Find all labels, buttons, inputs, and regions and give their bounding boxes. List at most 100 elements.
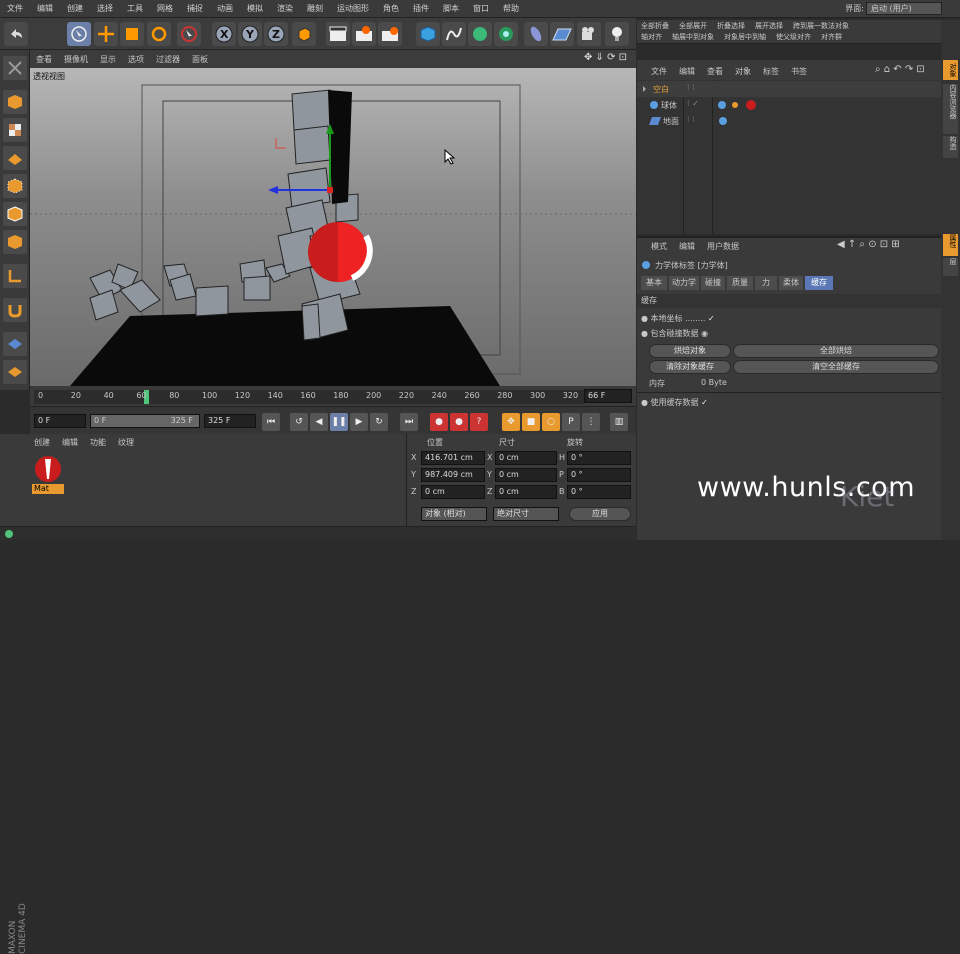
viewport-menu-item[interactable]: 显示 (94, 54, 122, 65)
menu-item-15[interactable]: 窗口 (466, 3, 496, 14)
attribute-tab[interactable]: 柔体 (779, 276, 803, 290)
menu-item-7[interactable]: 动画 (210, 3, 240, 14)
coord-mode-select[interactable]: 对象 (相对) (421, 507, 487, 521)
menu-item-1[interactable]: 编辑 (30, 3, 60, 14)
floor-icon[interactable] (550, 22, 574, 46)
object-row-sphere[interactable]: 球体 ⁝ ✓ (637, 97, 941, 113)
menu-item-16[interactable]: 帮助 (496, 3, 526, 14)
interface-select[interactable]: 启动 (用户) (866, 2, 942, 15)
bake-object-button[interactable]: 烘焙对象 (649, 344, 731, 358)
timeline[interactable]: 0 20 40 60 80 100 120 140 160 180 200 220 240 260 280 3… (30, 386, 636, 406)
clear-object-cache-button[interactable]: 清除对象缓存 (649, 360, 731, 374)
viewport-menu-item[interactable]: 过滤器 (150, 54, 186, 65)
current-frame-field[interactable]: 66 F (584, 389, 632, 403)
points-mode-icon[interactable] (3, 174, 27, 198)
coord-system-icon[interactable] (292, 22, 316, 46)
key-pla-icon[interactable]: ⋮ (582, 413, 600, 431)
scale-icon[interactable] (120, 22, 144, 46)
layout-button[interactable]: 全部展开 (679, 21, 707, 31)
object-row-floor[interactable]: 地面 ⁝ ⁝ (637, 113, 941, 129)
include-collision-row[interactable]: ● 包含碰撞数据 ◉ (641, 328, 708, 339)
attribute-tab[interactable]: 基本 (641, 276, 667, 290)
object-menu-item[interactable]: 查看 (707, 66, 723, 77)
side-tab-objects[interactable]: 对象 (943, 60, 958, 80)
layout-button[interactable]: 轴对齐 (641, 32, 662, 42)
attribute-nav-icons[interactable]: ◀ ↑ ⌕ ⊙ ⊡ ⊞ (837, 239, 900, 250)
goto-end-icon[interactable]: ⏭ (400, 413, 418, 431)
recent-tool-icon[interactable] (177, 22, 201, 46)
object-nav-icons[interactable]: ⌕ ⌂ ↶ ↷ ⊡ (875, 64, 925, 75)
attribute-tab[interactable]: 力 (755, 276, 777, 290)
model-mode-icon[interactable] (3, 90, 27, 114)
menu-item-12[interactable]: 角色 (376, 3, 406, 14)
next-frame-icon[interactable]: ▶ (350, 413, 368, 431)
attribute-tab[interactable]: 动力学 (669, 276, 699, 290)
key-rotation-icon[interactable]: ○ (542, 413, 560, 431)
object-menu-item[interactable]: 标签 (763, 66, 779, 77)
object-menu-item[interactable]: 文件 (651, 66, 667, 77)
clear-all-cache-button[interactable]: 清空全部缓存 (733, 360, 939, 374)
menu-item-13[interactable]: 插件 (406, 3, 436, 14)
material-menu-item[interactable]: 纹理 (118, 437, 134, 448)
key-param-icon[interactable]: P (562, 413, 580, 431)
layout-button[interactable]: 使父级对齐 (776, 32, 811, 42)
y-axis-icon[interactable]: Y (238, 22, 262, 46)
undo-icon[interactable] (4, 22, 28, 46)
cube-icon[interactable] (416, 22, 440, 46)
object-menu-item[interactable]: 编辑 (679, 66, 695, 77)
light-icon[interactable] (605, 22, 629, 46)
menu-item-11[interactable]: 运动图形 (330, 3, 376, 14)
next-key-icon[interactable]: ↻ (370, 413, 388, 431)
pause-icon[interactable]: ❚❚ (330, 413, 348, 431)
size-field[interactable]: 0 cm (495, 451, 557, 465)
position-field[interactable]: 0 cm (421, 485, 485, 499)
goto-start-icon[interactable]: ⏮ (262, 413, 280, 431)
layout-button[interactable]: 全部折叠 (641, 21, 669, 31)
attribute-tab[interactable]: 质量 (727, 276, 753, 290)
viewport-nav-icons[interactable]: ✥ ⇓ ⟳ ⊡ (584, 52, 627, 63)
layout-button[interactable]: 轴展中到对象 (672, 32, 714, 42)
prev-key-icon[interactable]: ↺ (290, 413, 308, 431)
side-tab-attributes[interactable]: 属性 (943, 234, 958, 256)
layout-button[interactable]: 跨到展一数法对象 (793, 21, 849, 31)
material-name[interactable]: Mat (32, 484, 64, 494)
menu-item-5[interactable]: 网格 (150, 3, 180, 14)
rotation-field[interactable]: 0 ° (567, 451, 631, 465)
menu-item-6[interactable]: 捕捉 (180, 3, 210, 14)
workplane-lock-icon[interactable] (3, 332, 27, 356)
position-field[interactable]: 416.701 cm (421, 451, 485, 465)
workplane-icon[interactable] (3, 146, 27, 170)
object-menu-item[interactable]: 书签 (791, 66, 807, 77)
viewport-menu-item[interactable]: 选项 (122, 54, 150, 65)
end-frame-field[interactable]: 325 F (204, 414, 256, 428)
menu-item-0[interactable]: 文件 (0, 3, 30, 14)
menu-item-14[interactable]: 脚本 (436, 3, 466, 14)
attribute-tab[interactable]: 缓存 (805, 276, 833, 290)
material-menu-item[interactable]: 功能 (90, 437, 106, 448)
keyframe-selection-icon[interactable]: ? (470, 413, 488, 431)
polygons-mode-icon[interactable] (3, 230, 27, 254)
viewport-menu-item[interactable]: 查看 (30, 54, 58, 65)
render-settings-icon[interactable] (378, 22, 402, 46)
bake-all-button[interactable]: 全部烘焙 (733, 344, 939, 358)
apply-button[interactable]: 应用 (569, 507, 631, 521)
rotation-field[interactable]: 0 ° (567, 485, 631, 499)
timeline-window-icon[interactable]: ▥ (610, 413, 628, 431)
render-picture-icon[interactable] (352, 22, 376, 46)
material-menu-item[interactable]: 创建 (34, 437, 50, 448)
object-menu-item[interactable]: 对象 (735, 66, 751, 77)
visibility-dots[interactable]: ⁝ ⁝ (687, 83, 695, 92)
attribute-menu-item[interactable]: 用户数据 (707, 241, 739, 252)
attribute-tab[interactable]: 碰撞 (701, 276, 725, 290)
render-view-icon[interactable] (326, 22, 350, 46)
layout-button[interactable]: 展开选择 (755, 21, 783, 31)
menu-item-10[interactable]: 雕刻 (300, 3, 330, 14)
menu-item-8[interactable]: 模拟 (240, 3, 270, 14)
material-menu-item[interactable]: 编辑 (62, 437, 78, 448)
camera-icon[interactable] (577, 22, 601, 46)
texture-mode-icon[interactable] (3, 118, 27, 142)
menu-item-4[interactable]: 工具 (120, 3, 150, 14)
attribute-menu-item[interactable]: 编辑 (679, 241, 695, 252)
autokey-icon[interactable]: ● (450, 413, 468, 431)
record-icon[interactable]: ● (430, 413, 448, 431)
